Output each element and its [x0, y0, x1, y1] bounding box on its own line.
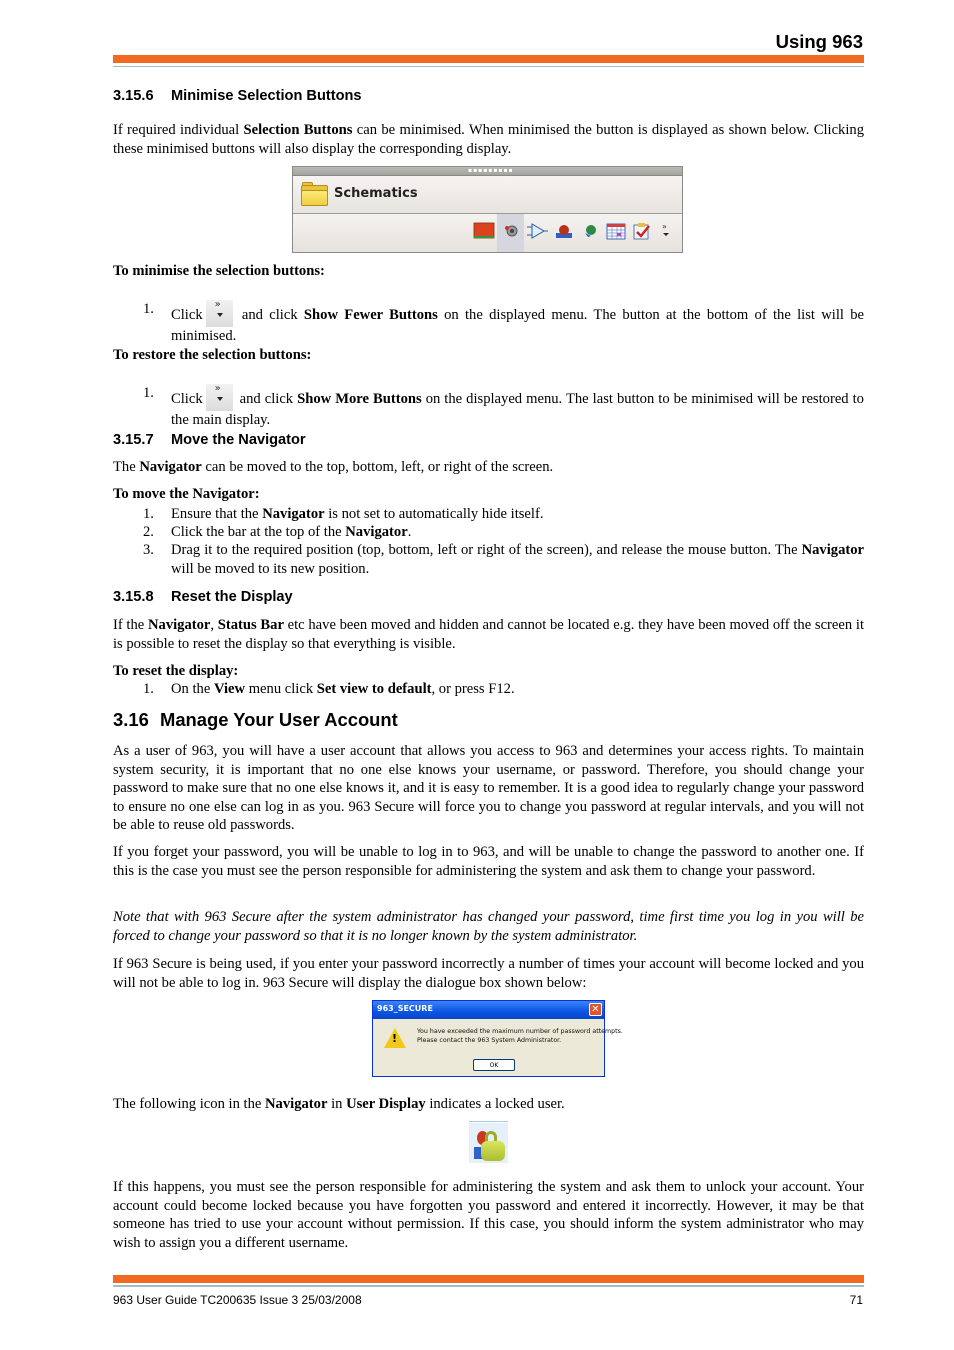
section-heading-3-15-6: 3.15.6 Minimise Selection Buttons [113, 88, 362, 104]
more-buttons-icon: » [662, 222, 669, 236]
list-item: 1. Click» and click Show Fewer Buttons o… [143, 299, 864, 345]
dialog-ok-button: OK [473, 1059, 515, 1071]
footer-orange-rule [113, 1275, 864, 1283]
secure-lockout-dialog-screenshot: 963_SECURE ✕ ! You have exceeded the max… [372, 1000, 623, 1077]
section-heading-3-15-8: 3.15.8 Reset the Display [113, 589, 293, 605]
more-buttons-chevron-button[interactable]: » [205, 383, 233, 411]
paragraph-user-account: As a user of 963, you will have a user a… [113, 743, 864, 833]
svg-text:»: » [662, 222, 667, 231]
list-item: 1. Ensure that the Navigator is not set … [143, 506, 544, 522]
schematic-logic-icon [527, 223, 548, 239]
checklist-icon [633, 223, 650, 240]
paragraph-locked-icon: The following icon in the Navigator in U… [113, 1096, 565, 1112]
list-item: 1. Click» and click Show More Buttons on… [143, 383, 864, 429]
double-chevron-icon: » [214, 383, 221, 394]
running-header-title: Using 963 [775, 31, 863, 52]
minimised-buttons-row: » [293, 214, 682, 252]
procedure-heading-minimise: To minimise the selection buttons: [113, 263, 325, 279]
operator-icon [556, 225, 572, 238]
paragraph-account-locked: If 963 Secure is being used, if you ente… [113, 956, 864, 991]
locked-user-icon [469, 1121, 508, 1163]
section-heading-3-16: 3.16 Manage Your User Account [113, 709, 398, 730]
note-secure-password: Note that with 963 Secure after the syst… [113, 909, 864, 944]
list-item: 1. On the View menu click Set view to de… [143, 681, 515, 697]
paragraph-unlock-account: If this happens, you must see the person… [113, 1179, 864, 1251]
paragraph-minimise-intro: If required individual Selection Buttons… [113, 122, 865, 157]
panel-drag-grip: ▪▪▪▪▪▪▪▪▪ [293, 167, 682, 176]
schematics-selection-button: Schematics [293, 176, 682, 214]
speaker-icon [505, 225, 518, 237]
dropdown-arrow-icon [216, 313, 223, 317]
dialog-title-bar: 963_SECURE ✕ [373, 1001, 604, 1019]
calendar-icon [606, 223, 626, 240]
network-globe-icon [585, 225, 596, 237]
schematics-label: Schematics [334, 186, 418, 201]
header-orange-rule [113, 55, 864, 63]
procedure-heading-restore: To restore the selection buttons: [113, 347, 312, 363]
footer-teal-rule [113, 1285, 864, 1287]
dropdown-arrow-icon [216, 397, 223, 401]
footer-document-info: 963 User Guide TC200635 Issue 3 25/03/20… [113, 1293, 362, 1307]
more-buttons-chevron-button[interactable]: » [205, 299, 233, 327]
paragraph-reset-intro: If the Navigator, Status Bar etc have be… [113, 617, 864, 652]
close-icon: ✕ [589, 1003, 602, 1016]
procedure-heading-move: To move the Navigator: [113, 486, 260, 502]
schematics-navigator-panel-screenshot: ▪▪▪▪▪▪▪▪▪ Schematics » [292, 166, 683, 253]
list-item: 2. Click the bar at the top of the Navig… [143, 524, 412, 540]
section-heading-3-15-7: 3.15.7 Move the Navigator [113, 432, 306, 448]
paragraph-navigator-intro: The Navigator can be moved to the top, b… [113, 459, 554, 475]
header-teal-rule [113, 66, 864, 67]
page-number: 71 [849, 1293, 863, 1307]
double-chevron-icon: » [214, 299, 221, 310]
alarm-panel-icon [473, 222, 495, 239]
dialog-title: 963_SECURE [377, 1004, 433, 1013]
list-item: 3. Drag it to the required position (top… [143, 542, 864, 577]
folder-icon [301, 182, 328, 206]
dialog-message: You have exceeded the maximum number of … [417, 1028, 623, 1044]
paragraph-forgot-password: If you forget your password, you will be… [113, 844, 864, 879]
procedure-heading-reset: To reset the display: [113, 663, 239, 679]
